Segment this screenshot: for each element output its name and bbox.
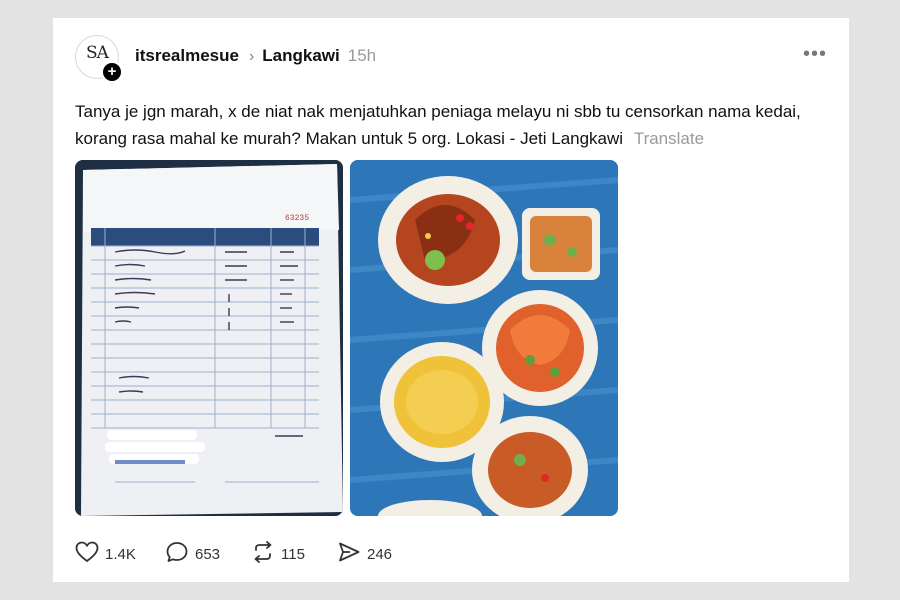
send-icon	[337, 541, 367, 567]
comment-button[interactable]: 653	[165, 541, 220, 567]
receipt-photo[interactable]: 63235	[75, 160, 343, 516]
like-button[interactable]: 1.4K	[75, 541, 136, 567]
username-link[interactable]: itsrealmesue	[135, 46, 239, 65]
post-card: SA + itsrealmesue › Langkawi 15h ••• Tanya …	[53, 18, 849, 582]
chevron-right-icon: ›	[248, 48, 255, 65]
speech-bubble-icon	[165, 541, 195, 567]
like-count: 1.4K	[105, 545, 136, 563]
avatar-monogram: SA	[86, 43, 109, 63]
avatar[interactable]: SA +	[75, 35, 123, 83]
community-link[interactable]: Langkawi	[262, 46, 339, 65]
repost-icon	[251, 541, 281, 567]
repost-count: 115	[281, 545, 305, 563]
share-button[interactable]: 246	[337, 541, 392, 567]
translate-link[interactable]: Translate	[634, 129, 704, 148]
post-body: Tanya je jgn marah, x de niat nak menjat…	[75, 98, 835, 152]
repost-button[interactable]: 115	[251, 541, 305, 567]
post-timestamp[interactable]: 15h	[348, 46, 376, 65]
svg-text:63235: 63235	[285, 214, 309, 223]
follow-plus-icon[interactable]: +	[101, 61, 123, 83]
post-meta: itsrealmesue › Langkawi 15h	[135, 46, 376, 66]
food-photo[interactable]	[350, 160, 618, 516]
more-options-icon[interactable]: •••	[803, 43, 827, 66]
share-count: 246	[367, 545, 393, 563]
comment-count: 653	[195, 545, 221, 563]
heart-icon	[75, 541, 105, 567]
post-header: SA + itsrealmesue › Langkawi 15h •••	[75, 35, 827, 83]
